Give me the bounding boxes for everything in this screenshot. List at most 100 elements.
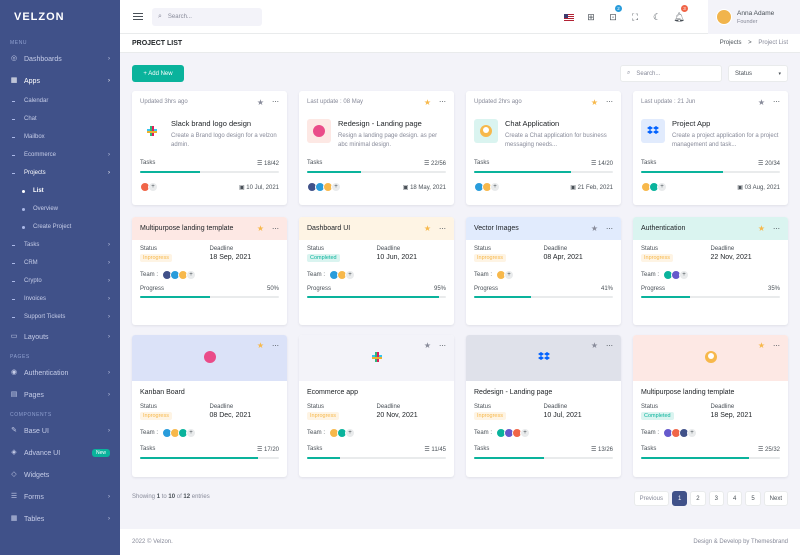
sidebar-item-crm[interactable]: CRM › (0, 254, 120, 272)
add-member-button[interactable]: + (345, 270, 356, 280)
star-icon[interactable]: ★ (424, 341, 431, 350)
sidebar-item-authentication[interactable]: ◉ Authentication › (0, 362, 120, 384)
star-icon[interactable]: ★ (591, 224, 598, 233)
sidebar-item-ecommerce[interactable]: Ecommerce › (0, 146, 120, 164)
project-name[interactable]: Authentication (641, 225, 685, 232)
add-member-button[interactable]: + (148, 182, 158, 192)
sidebar-item-apps[interactable]: ▦ Apps › (0, 70, 120, 92)
project-card[interactable]: ★ ⋯ Multipurpose landing template Status Com… (633, 335, 788, 477)
more-options-icon[interactable]: ⋯ (439, 225, 446, 233)
page-1-button[interactable]: 1 (671, 491, 688, 506)
more-options-icon[interactable]: ⋯ (272, 342, 279, 350)
project-search-input[interactable]: ⌕ Search... (620, 65, 722, 82)
next-page-button[interactable]: Next (763, 491, 788, 506)
more-options-icon[interactable]: ⋯ (272, 225, 279, 233)
project-name[interactable]: Redesign - Landing page (338, 119, 446, 128)
add-member-button[interactable]: + (679, 270, 690, 280)
page-3-button[interactable]: 3 (708, 491, 724, 506)
project-card[interactable]: Multipurpose landing template ★ ⋯ Status Inp… (132, 217, 287, 325)
project-card[interactable]: Last update : 21 Jun ★ ⋯ Project App Create … (633, 91, 788, 205)
more-options-icon[interactable]: ⋯ (606, 342, 613, 350)
project-name[interactable]: Chat Application (505, 119, 613, 128)
add-member-button[interactable]: + (345, 428, 356, 438)
brand-logo[interactable]: VELZON (0, 0, 120, 34)
project-name[interactable]: Slack brand logo design (171, 119, 279, 128)
star-icon[interactable]: ★ (424, 224, 431, 233)
more-options-icon[interactable]: ⋯ (272, 98, 279, 106)
bell-icon[interactable]: 🔔︎ 3 (668, 0, 690, 34)
breadcrumb-projects[interactable]: Projects (720, 40, 742, 46)
sidebar-item-layouts[interactable]: ▭ Layouts › (0, 326, 120, 348)
language-flag-icon[interactable] (558, 0, 580, 34)
page-2-button[interactable]: 2 (690, 491, 706, 506)
star-icon[interactable]: ★ (591, 341, 598, 350)
sidebar-item-list[interactable]: List (0, 182, 120, 200)
project-card[interactable]: ★ ⋯ Ecommerce app Status Inprogress Deadline 2… (299, 335, 454, 477)
sidebar-item-chat[interactable]: Chat (0, 110, 120, 128)
project-card[interactable]: Updated 2hrs ago ★ ⋯ Chat Application Create… (466, 91, 621, 205)
add-member-button[interactable]: + (186, 270, 197, 280)
star-icon[interactable]: ★ (591, 98, 598, 107)
more-options-icon[interactable]: ⋯ (606, 225, 613, 233)
sidebar-item-crypto[interactable]: Crypto › (0, 272, 120, 290)
sidebar-item-widgets[interactable]: ◇ Widgets (0, 464, 120, 486)
star-icon[interactable]: ★ (758, 98, 765, 107)
project-card[interactable]: ★ ⋯ Redesign - Landing page Status Inprogres… (466, 335, 621, 477)
add-new-button[interactable]: + Add New (132, 65, 184, 82)
star-icon[interactable]: ★ (758, 341, 765, 350)
project-name[interactable]: Multipurpose landing template (633, 381, 788, 396)
project-name[interactable]: Dashboard UI (307, 225, 350, 232)
project-name[interactable]: Vector Images (474, 225, 519, 232)
previous-page-button[interactable]: Previous (633, 491, 669, 506)
star-icon[interactable]: ★ (257, 341, 264, 350)
more-options-icon[interactable]: ⋯ (773, 225, 780, 233)
star-icon[interactable]: ★ (257, 224, 264, 233)
project-name[interactable]: Redesign - Landing page (466, 381, 621, 396)
more-options-icon[interactable]: ⋯ (773, 98, 780, 106)
sidebar-item-pages[interactable]: ▤ Pages › (0, 384, 120, 406)
project-card[interactable]: Updated 3hrs ago ★ ⋯ Slack brand logo desig… (132, 91, 287, 205)
add-member-button[interactable]: + (520, 428, 531, 438)
sidebar-item-forms[interactable]: ☰ Forms › (0, 486, 120, 508)
project-card[interactable]: ★ ⋯ Kanban Board Status Inprogress Deadline 08… (132, 335, 287, 477)
project-card[interactable]: Dashboard UI ★ ⋯ Status Completed Deadline 10 … (299, 217, 454, 325)
sidebar-item-invoices[interactable]: Invoices › (0, 290, 120, 308)
project-name[interactable]: Ecommerce app (299, 381, 454, 396)
search-input[interactable]: ⌕ Search... (152, 8, 262, 26)
star-icon[interactable]: ★ (424, 98, 431, 107)
sidebar-item-base-ui[interactable]: ✎ Base UI › (0, 420, 120, 442)
hamburger-icon[interactable] (133, 11, 143, 22)
more-options-icon[interactable]: ⋯ (439, 342, 446, 350)
sidebar-item-create-project[interactable]: Create Project (0, 218, 120, 236)
project-name[interactable]: Multipurpose landing template (140, 225, 233, 232)
sidebar-item-projects[interactable]: Projects › (0, 164, 120, 182)
project-card[interactable]: Authentication ★ ⋯ Status Inprogress Deadline… (633, 217, 788, 325)
sidebar-item-overview[interactable]: Overview (0, 200, 120, 218)
more-options-icon[interactable]: ⋯ (439, 98, 446, 106)
sidebar-item-advance-ui[interactable]: ◈ Advance UI New (0, 442, 120, 464)
add-member-button[interactable]: + (687, 428, 698, 438)
add-member-button[interactable]: + (490, 182, 500, 192)
more-options-icon[interactable]: ⋯ (606, 98, 613, 106)
sidebar-item-mailbox[interactable]: Mailbox (0, 128, 120, 146)
project-card[interactable]: Vector Images ★ ⋯ Status Inprogress Deadline 0… (466, 217, 621, 325)
page-5-button[interactable]: 5 (745, 491, 761, 506)
project-card[interactable]: Last update : 08 May ★ ⋯ Redesign - Landing… (299, 91, 454, 205)
page-4-button[interactable]: 4 (726, 491, 743, 506)
sidebar-item-dashboards[interactable]: ◎ Dashboards › (0, 48, 120, 70)
project-name[interactable]: Kanban Board (132, 381, 287, 396)
status-select[interactable]: Status ▾ (728, 65, 788, 82)
star-icon[interactable]: ★ (758, 224, 765, 233)
more-options-icon[interactable]: ⋯ (773, 342, 780, 350)
star-icon[interactable]: ★ (257, 98, 264, 107)
dark-mode-icon[interactable]: ☾ (646, 0, 668, 34)
project-name[interactable]: Project App (672, 119, 780, 128)
add-member-button[interactable]: + (186, 428, 197, 438)
sidebar-item-tables[interactable]: ▦ Tables › (0, 508, 120, 530)
fullscreen-icon[interactable]: ⛶ (624, 0, 646, 34)
add-member-button[interactable]: + (657, 182, 667, 192)
sidebar-item-tasks[interactable]: Tasks › (0, 236, 120, 254)
add-member-button[interactable]: + (331, 182, 341, 192)
cart-icon[interactable]: ⊡ 2 (602, 0, 624, 34)
sidebar-item-calendar[interactable]: Calendar (0, 92, 120, 110)
